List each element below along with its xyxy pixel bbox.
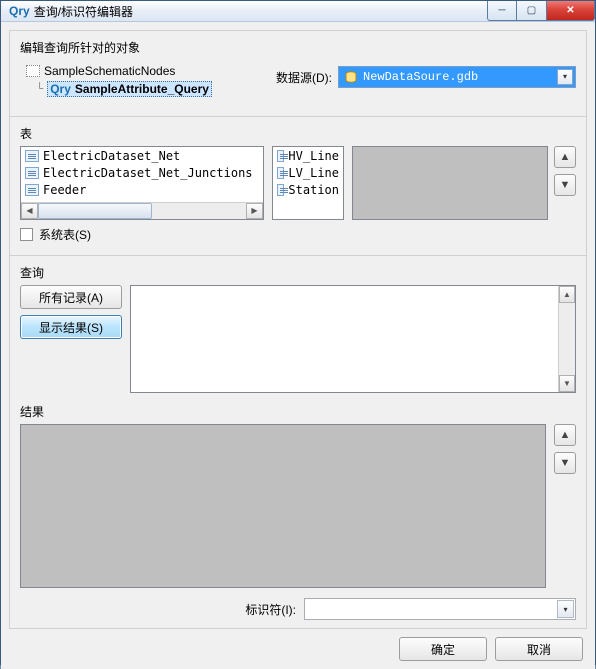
geodatabase-icon [343, 69, 359, 85]
cancel-button[interactable]: 取消 [495, 637, 583, 661]
system-tables-label[interactable]: 系统表(S) [39, 226, 91, 243]
title-prefix: Qry [9, 4, 30, 18]
list-item: Station [273, 181, 343, 198]
all-records-button[interactable]: 所有记录(A) [20, 285, 122, 309]
scroll-thumb[interactable] [38, 203, 152, 219]
table-list-left[interactable]: ElectricDataset_Net ElectricDataset_Net_… [20, 146, 264, 220]
tree-connector: └ [36, 82, 43, 96]
identifier-label: 标识符(I): [245, 601, 296, 618]
target-label: 编辑查询所针对的对象 [20, 39, 576, 56]
move-up-button[interactable]: ▲ [554, 146, 576, 168]
window: Qry 查询/标识符编辑器 ─ ▢ ✕ 编辑查询所针对的对象 SampleSch… [0, 0, 596, 665]
divider [10, 116, 586, 117]
move-down-button[interactable]: ▼ [554, 174, 576, 196]
ok-button[interactable]: 确定 [399, 637, 487, 661]
datasource-label: 数据源(D): [276, 69, 332, 86]
minimize-button[interactable]: ─ [487, 1, 517, 21]
divider [10, 255, 586, 256]
result-panel [20, 424, 546, 588]
vertical-scrollbar[interactable]: ▲ ▼ [558, 286, 575, 392]
maximize-button[interactable]: ▢ [517, 1, 547, 21]
title-bar[interactable]: Qry 查询/标识符编辑器 ─ ▢ ✕ [1, 1, 595, 22]
dropdown-icon[interactable]: ▾ [557, 69, 573, 85]
qry-name: SampleAttribute_Query [75, 82, 209, 96]
table-label: 表 [20, 125, 576, 142]
table-icon [25, 167, 39, 179]
list-item: ElectricDataset_Net [21, 147, 263, 164]
show-result-button[interactable]: 显示结果(S) [20, 315, 122, 339]
table-icon [277, 150, 284, 162]
table-icon [277, 167, 284, 179]
list-item: HV_Line [273, 147, 343, 164]
object-tree[interactable]: SampleSchematicNodes └ Qry SampleAttribu… [20, 60, 264, 100]
table-icon [25, 184, 39, 196]
selected-tables-panel [352, 146, 548, 220]
dropdown-icon[interactable]: ▾ [557, 600, 574, 618]
system-tables-checkbox[interactable] [20, 228, 33, 241]
result-down-button[interactable]: ▼ [554, 452, 576, 474]
scroll-right-icon[interactable]: ▶ [246, 203, 263, 219]
tree-root[interactable]: SampleSchematicNodes [44, 64, 175, 78]
scroll-left-icon[interactable]: ◀ [21, 203, 38, 219]
tree-selected-item[interactable]: Qry SampleAttribute_Query [47, 81, 212, 97]
table-list-mid[interactable]: HV_Line LV_Line Station [272, 146, 344, 220]
datasource-value: NewDataSoure.gdb [363, 70, 478, 84]
list-item: ElectricDataset_Net_Junctions [21, 164, 263, 181]
horizontal-scrollbar[interactable]: ◀ ▶ [21, 202, 263, 219]
qry-prefix: Qry [50, 82, 71, 96]
query-textarea[interactable]: ▲ ▼ [130, 285, 576, 393]
main-panel: 编辑查询所针对的对象 SampleSchematicNodes └ Qry Sa… [9, 30, 587, 629]
schematic-icon [26, 65, 40, 77]
table-icon [277, 184, 284, 196]
scroll-up-icon[interactable]: ▲ [559, 286, 575, 303]
query-label: 查询 [20, 264, 576, 281]
scroll-down-icon[interactable]: ▼ [559, 375, 575, 392]
list-item: LV_Line [273, 164, 343, 181]
list-item: Feeder [21, 181, 263, 198]
datasource-combo[interactable]: NewDataSoure.gdb ▾ [338, 66, 576, 88]
client-area: 编辑查询所针对的对象 SampleSchematicNodes └ Qry Sa… [1, 22, 595, 669]
table-icon [25, 150, 39, 162]
title-text: 查询/标识符编辑器 [34, 3, 133, 20]
identifier-combo[interactable]: ▾ [304, 598, 576, 620]
close-button[interactable]: ✕ [547, 1, 595, 21]
result-up-button[interactable]: ▲ [554, 424, 576, 446]
result-label: 结果 [20, 403, 576, 420]
